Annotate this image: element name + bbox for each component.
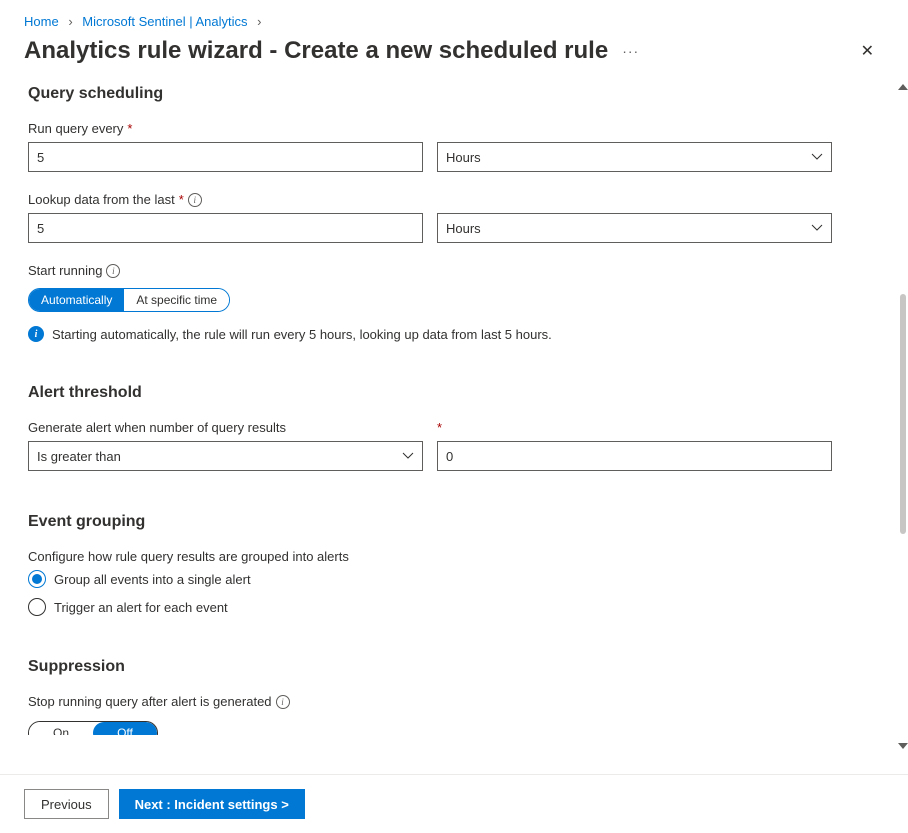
section-query-scheduling: Query scheduling Run query every * Hours… [28,85,880,342]
suppression-on-option[interactable]: On [29,722,93,735]
chevron-down-icon [402,450,414,462]
scroll-up-icon[interactable] [898,84,908,90]
suppression-toggle: On Off [28,721,158,735]
section-suppression: Suppression Stop running query after ale… [28,658,880,735]
scheduling-info-text: i Starting automatically, the rule will … [28,326,880,342]
threshold-value-label: * [437,420,832,435]
grouping-single-alert-radio[interactable]: Group all events into a single alert [28,570,880,588]
scroll-down-icon[interactable] [898,743,908,749]
header: Analytics rule wizard - Create a new sch… [0,29,908,75]
more-icon[interactable]: ··· [622,43,639,59]
scrollbar[interactable] [898,84,908,749]
suppression-stop-label: Stop running query after alert is genera… [28,694,880,709]
label-text: Stop running query after alert is genera… [28,694,272,709]
next-button[interactable]: Next : Incident settings > [119,789,305,819]
select-value: Hours [446,150,481,165]
footer: Previous Next : Incident settings > [0,774,908,833]
start-running-label: Start running i [28,263,880,278]
select-value: Hours [446,221,481,236]
previous-button[interactable]: Previous [24,789,109,819]
threshold-operator-select[interactable]: Is greater than [28,441,423,471]
lookup-value-input[interactable] [28,213,423,243]
chevron-right-icon: › [68,14,72,29]
chevron-right-icon: › [257,14,261,29]
section-heading: Event grouping [28,513,880,531]
breadcrumb-home[interactable]: Home [24,14,59,29]
required-star: * [437,420,442,435]
chevron-down-icon [811,151,823,163]
section-heading: Query scheduling [28,85,880,103]
start-automatically-option[interactable]: Automatically [29,289,124,311]
section-alert-threshold: Alert threshold Generate alert when numb… [28,384,880,471]
breadcrumb-sentinel[interactable]: Microsoft Sentinel | Analytics [82,14,247,29]
radio-label: Trigger an alert for each event [54,600,228,615]
scroll-thumb[interactable] [900,294,906,534]
info-icon[interactable]: i [106,264,120,278]
select-value: Is greater than [37,449,121,464]
radio-icon [28,570,46,588]
info-icon: i [28,326,44,342]
run-every-label: Run query every * [28,121,880,136]
breadcrumb: Home › Microsoft Sentinel | Analytics › [0,0,908,29]
section-event-grouping: Event grouping Configure how rule query … [28,513,880,616]
run-every-unit-select[interactable]: Hours [437,142,832,172]
section-heading: Alert threshold [28,384,880,402]
main-content: Query scheduling Run query every * Hours… [0,75,908,735]
label-text: Lookup data from the last [28,192,175,207]
radio-label: Group all events into a single alert [54,572,251,587]
label-text: Start running [28,263,102,278]
lookup-unit-select[interactable]: Hours [437,213,832,243]
threshold-value-input[interactable] [437,441,832,471]
generate-alert-label: Generate alert when number of query resu… [28,420,423,435]
info-icon[interactable]: i [276,695,290,709]
required-star: * [127,121,132,136]
label-text: Run query every [28,121,123,136]
info-text: Starting automatically, the rule will ru… [52,327,552,342]
grouping-each-event-radio[interactable]: Trigger an alert for each event [28,598,880,616]
suppression-off-option[interactable]: Off [93,722,157,735]
lookup-label: Lookup data from the last * i [28,192,880,207]
required-star: * [179,192,184,207]
start-running-toggle: Automatically At specific time [28,288,230,312]
info-icon[interactable]: i [188,193,202,207]
grouping-config-label: Configure how rule query results are gro… [28,549,880,564]
section-heading: Suppression [28,658,880,676]
page-title: Analytics rule wizard - Create a new sch… [24,37,608,65]
run-every-value-input[interactable] [28,142,423,172]
close-icon[interactable]: ✕ [861,41,874,61]
chevron-down-icon [811,222,823,234]
radio-icon [28,598,46,616]
start-specific-time-option[interactable]: At specific time [124,289,229,311]
